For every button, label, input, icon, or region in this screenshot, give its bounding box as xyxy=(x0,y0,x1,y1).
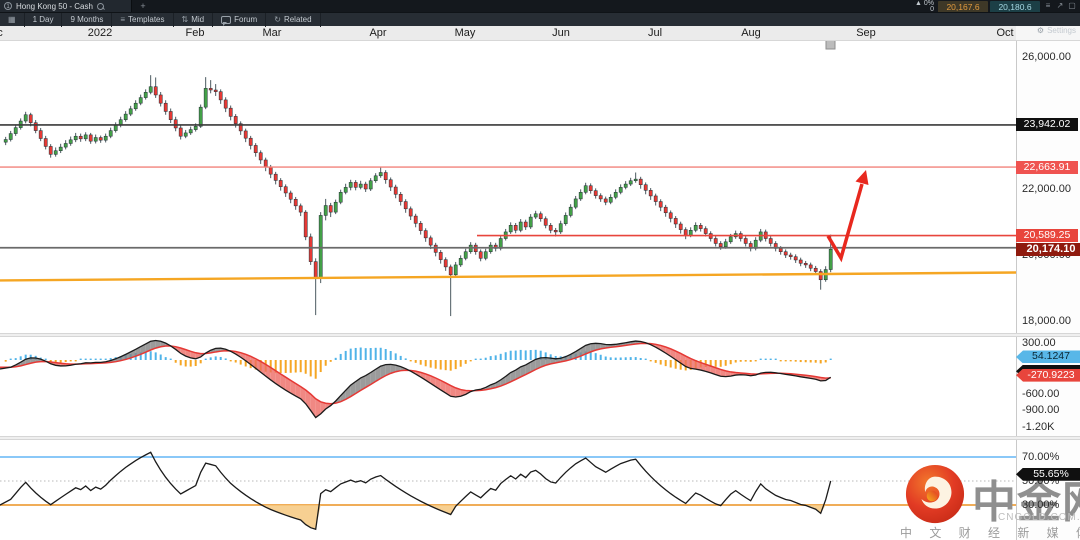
mid-button[interactable]: ⇅Mid xyxy=(174,13,214,27)
templates-icon: ≡ xyxy=(120,15,125,24)
related-button[interactable]: ↻Related xyxy=(266,13,320,27)
chart-canvas[interactable] xyxy=(0,0,1080,540)
chart-tab[interactable]: 1 Hong Kong 50 - Cash xyxy=(0,0,132,12)
time-axis-label: Sep xyxy=(844,27,888,39)
price-axis-gutter[interactable] xyxy=(1016,41,1080,540)
gear-icon: ⚙ xyxy=(1037,26,1044,35)
trend-arrow[interactable] xyxy=(828,170,869,258)
toolbar: ▦ 1 Day 9 Months ≡Templates ⇅Mid Forum ↻… xyxy=(0,12,1080,26)
new-tab-button[interactable]: + xyxy=(136,0,150,12)
time-axis-label: Jun xyxy=(539,27,583,39)
time-axis-label: Oct xyxy=(983,27,1027,39)
forum-button[interactable]: Forum xyxy=(213,13,266,27)
mid-icon: ⇅ xyxy=(182,15,189,24)
drawing-handle[interactable] xyxy=(826,40,835,49)
timeframe-button[interactable]: 1 Day xyxy=(25,13,63,27)
grid-button[interactable]: ▦ xyxy=(0,13,25,27)
search-icon[interactable] xyxy=(97,3,104,10)
time-axis-label: Feb xyxy=(173,27,217,39)
templates-button[interactable]: ≡Templates xyxy=(112,13,173,27)
related-icon: ↻ xyxy=(274,15,281,24)
macd-panel[interactable] xyxy=(0,340,832,417)
time-axis-label: 2022 xyxy=(78,27,122,39)
header: 1 Hong Kong 50 - Cash + ▲ 0% 0 20,167.6 … xyxy=(0,0,1080,26)
time-axis-label: Apr xyxy=(356,27,400,39)
grid-icon: ▦ xyxy=(8,15,16,24)
drawn-lines[interactable] xyxy=(0,125,1016,281)
list-icon[interactable]: ≡ xyxy=(1044,1,1052,10)
panel-separator[interactable] xyxy=(0,333,1080,337)
forum-icon xyxy=(221,16,231,24)
time-axis-label: Aug xyxy=(729,27,773,39)
tab-bar: 1 Hong Kong 50 - Cash + ▲ 0% 0 20,167.6 … xyxy=(0,0,1080,12)
time-axis-label: Jul xyxy=(633,27,677,39)
trading-platform-window: Dec2022FebMarAprMayJunJulAugSepOct 26,00… xyxy=(0,0,1080,540)
window-icon[interactable]: ▢ xyxy=(1068,1,1076,10)
time-axis-label: Mar xyxy=(250,27,294,39)
instrument-icon: 1 xyxy=(4,2,12,10)
time-axis-label: Dec xyxy=(0,27,15,39)
period-button[interactable]: 9 Months xyxy=(62,13,112,27)
time-axis[interactable]: Dec 2022 Feb Mar Apr May Jun Jul Aug Sep Oct xyxy=(0,26,1080,41)
tab-title: Hong Kong 50 - Cash xyxy=(16,2,93,11)
settings-button[interactable]: ⚙Settings xyxy=(1037,26,1076,35)
rsi-panel[interactable] xyxy=(0,452,1016,529)
panel-separator[interactable] xyxy=(0,436,1080,440)
time-axis-label: May xyxy=(443,27,487,39)
popout-icon[interactable]: ↗ xyxy=(1056,1,1064,10)
